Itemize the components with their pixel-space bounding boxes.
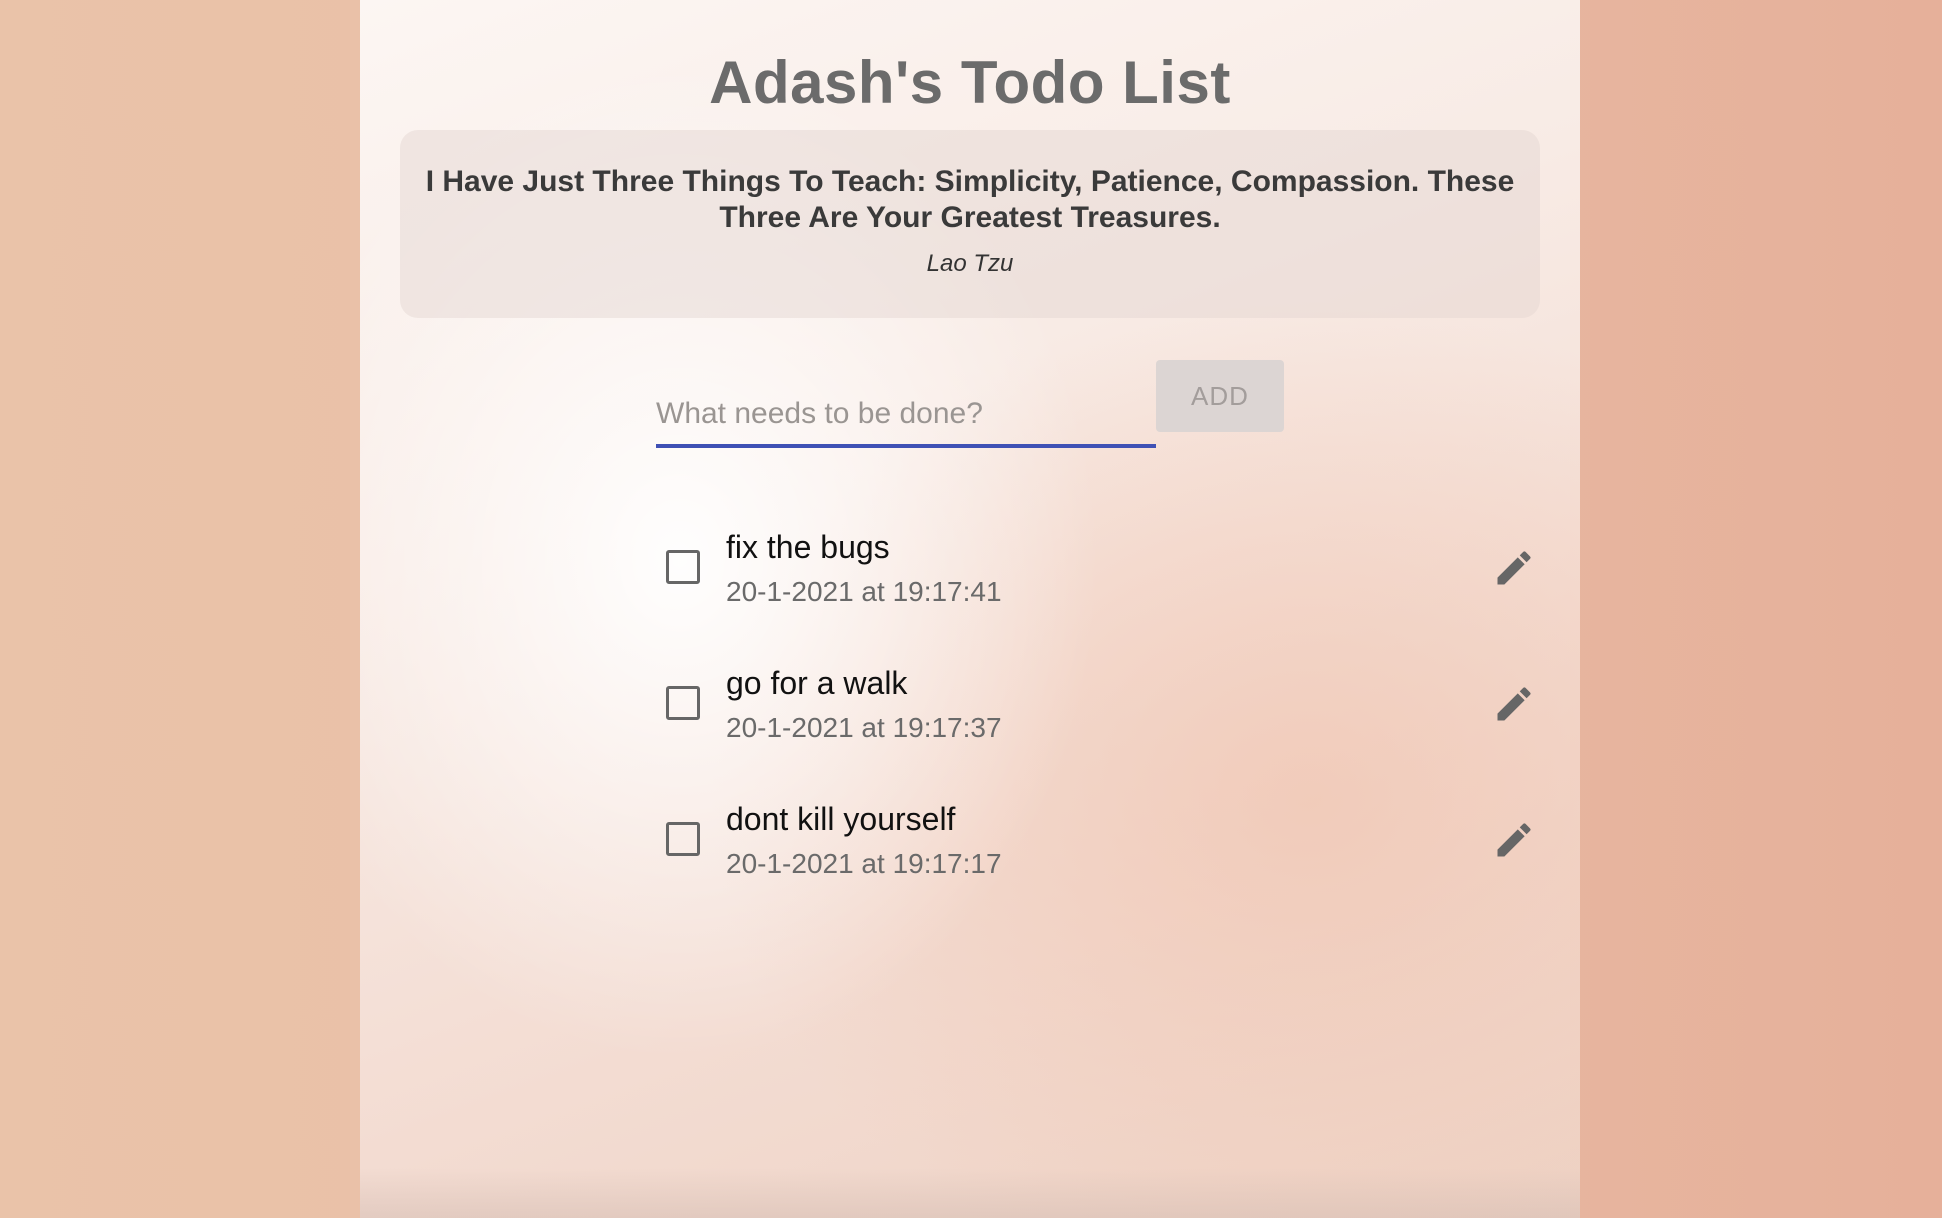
todo-text: go for a walk [726,665,908,701]
todo-panel: Adash's Todo List I Have Just Three Thin… [360,0,1580,1218]
todo-timestamp: 20-1-2021 at 19:17:17 [726,848,1002,879]
pencil-icon [1497,551,1531,585]
todo-timestamp: 20-1-2021 at 19:17:37 [726,712,1002,743]
todo-checkbox[interactable] [666,550,700,584]
add-button[interactable]: ADD [1156,360,1284,432]
todo-checkbox[interactable] [666,822,700,856]
quote-text: I Have Just Three Things To Teach: Simpl… [425,165,1515,234]
todo-list: fix the bugs 20-1-2021 at 19:17:41 go fo… [660,520,1531,928]
quote-card: I Have Just Three Things To Teach: Simpl… [400,130,1540,318]
todo-item: go for a walk 20-1-2021 at 19:17:37 [660,656,1531,792]
pencil-icon [1497,823,1531,857]
todo-item: dont kill yourself 20-1-2021 at 19:17:17 [660,792,1531,928]
todo-timestamp: 20-1-2021 at 19:17:41 [726,576,1002,607]
todo-text: dont kill yourself [726,801,956,837]
quote-author: Lao Tzu [926,250,1014,277]
page-title: Adash's Todo List [709,49,1231,116]
edit-button[interactable] [1492,546,1536,590]
todo-item: fix the bugs 20-1-2021 at 19:17:41 [660,520,1531,656]
todo-checkbox[interactable] [666,686,700,720]
todo-text: fix the bugs [726,529,890,565]
edit-button[interactable] [1492,818,1536,862]
todo-input-wrapper [656,370,1156,460]
edit-button[interactable] [1492,682,1536,726]
pencil-icon [1497,687,1531,721]
todo-input[interactable] [656,384,1156,448]
